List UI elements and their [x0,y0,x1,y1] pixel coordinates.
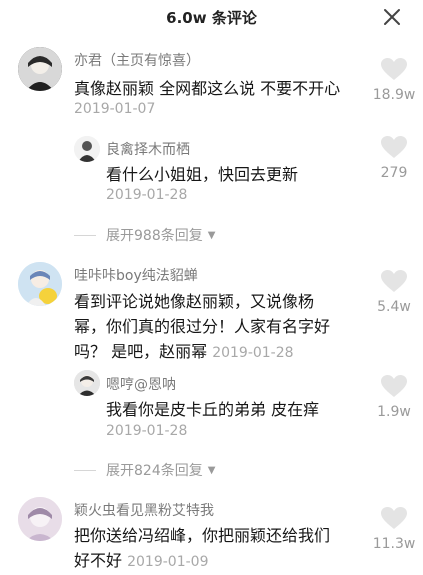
like-count: 279 [380,165,408,181]
avatar[interactable] [18,497,62,541]
reply-avatar[interactable] [74,136,100,162]
caret-down-icon: ▼ [207,229,216,241]
comment-date: 2019-01-28 [212,345,294,361]
like-count: 18.9w [372,87,416,103]
like-button[interactable]: 11.3w [372,507,416,552]
avatar-image [18,47,62,91]
expand-replies[interactable]: 展开824条回复 ▼ [74,460,215,480]
reply-username[interactable]: 嗯哼@恩呐 [106,374,176,394]
expand-replies[interactable]: 展开988条回复 ▼ [74,225,215,245]
comment-text: 真像赵丽颖 全网都这么说 不要不开心 [74,79,341,98]
heart-icon [381,136,407,158]
divider-line [74,234,96,236]
expand-replies-label: 展开824条回复 [106,463,203,479]
comment-count-title: 6.0w 条评论 [166,8,257,27]
comment-text-line: 把你送给冯绍峰，你把丽颖还给我们 [74,526,331,545]
avatar-image [74,136,100,162]
like-button[interactable]: 5.4w [372,270,416,315]
divider-line [74,469,96,471]
reply-date: 2019-01-28 [106,423,188,439]
caret-down-icon: ▼ [207,464,216,476]
comment-username[interactable]: 颖火虫看见黑粉艾特我 [74,500,214,520]
reply-like-button[interactable]: 279 [372,136,416,181]
heart-icon [381,270,407,292]
avatar-image [18,497,62,541]
comment-text-line: 看到评论说她像赵丽颖，又说像杨 [74,292,315,311]
comment-text-line: 吗？ 是吧，赵丽幂 [74,342,208,361]
close-icon [384,9,400,25]
comment-username[interactable]: 亦君（主页有惊喜） [74,50,200,70]
comment-username[interactable]: 哇咔咔boy纯法貂蝉 [74,265,198,285]
expand-replies-label: 展开988条回复 [106,228,203,244]
reply-date: 2019-01-28 [106,187,188,203]
like-count: 1.9w [377,404,411,420]
comment-text-line: 幂，你们真的很过分！人家有名字好 [74,317,331,336]
reply-username[interactable]: 良禽择木而栖 [106,139,190,159]
like-button[interactable]: 18.9w [372,58,416,103]
avatar[interactable] [18,262,62,306]
heart-icon [381,375,407,397]
reply-text: 看什么小姐姐，快回去更新 [106,165,299,184]
avatar[interactable] [18,47,62,91]
comment-text-line: 好不好 [74,551,123,570]
reply-avatar[interactable] [74,370,100,396]
comment-text: 把你送给冯绍峰，你把丽颖还给我们 好不好 2019-01-09 [74,523,374,575]
comment-date: 2019-01-09 [127,554,209,570]
reply-like-button[interactable]: 1.9w [372,375,416,420]
avatar-image [74,370,100,396]
heart-icon [381,58,407,80]
like-count: 5.4w [377,299,411,315]
reply-text: 我看你是皮卡丘的弟弟 皮在痒 [106,400,320,419]
like-count: 11.3w [372,536,416,552]
close-button[interactable] [379,4,405,30]
comments-header: 6.0w 条评论 [0,0,423,34]
comment-date: 2019-01-07 [74,101,156,117]
comment-text: 看到评论说她像赵丽颖，又说像杨 幂，你们真的很过分！人家有名字好 吗？ 是吧，赵… [74,289,374,366]
heart-icon [381,507,407,529]
avatar-image [18,262,62,306]
